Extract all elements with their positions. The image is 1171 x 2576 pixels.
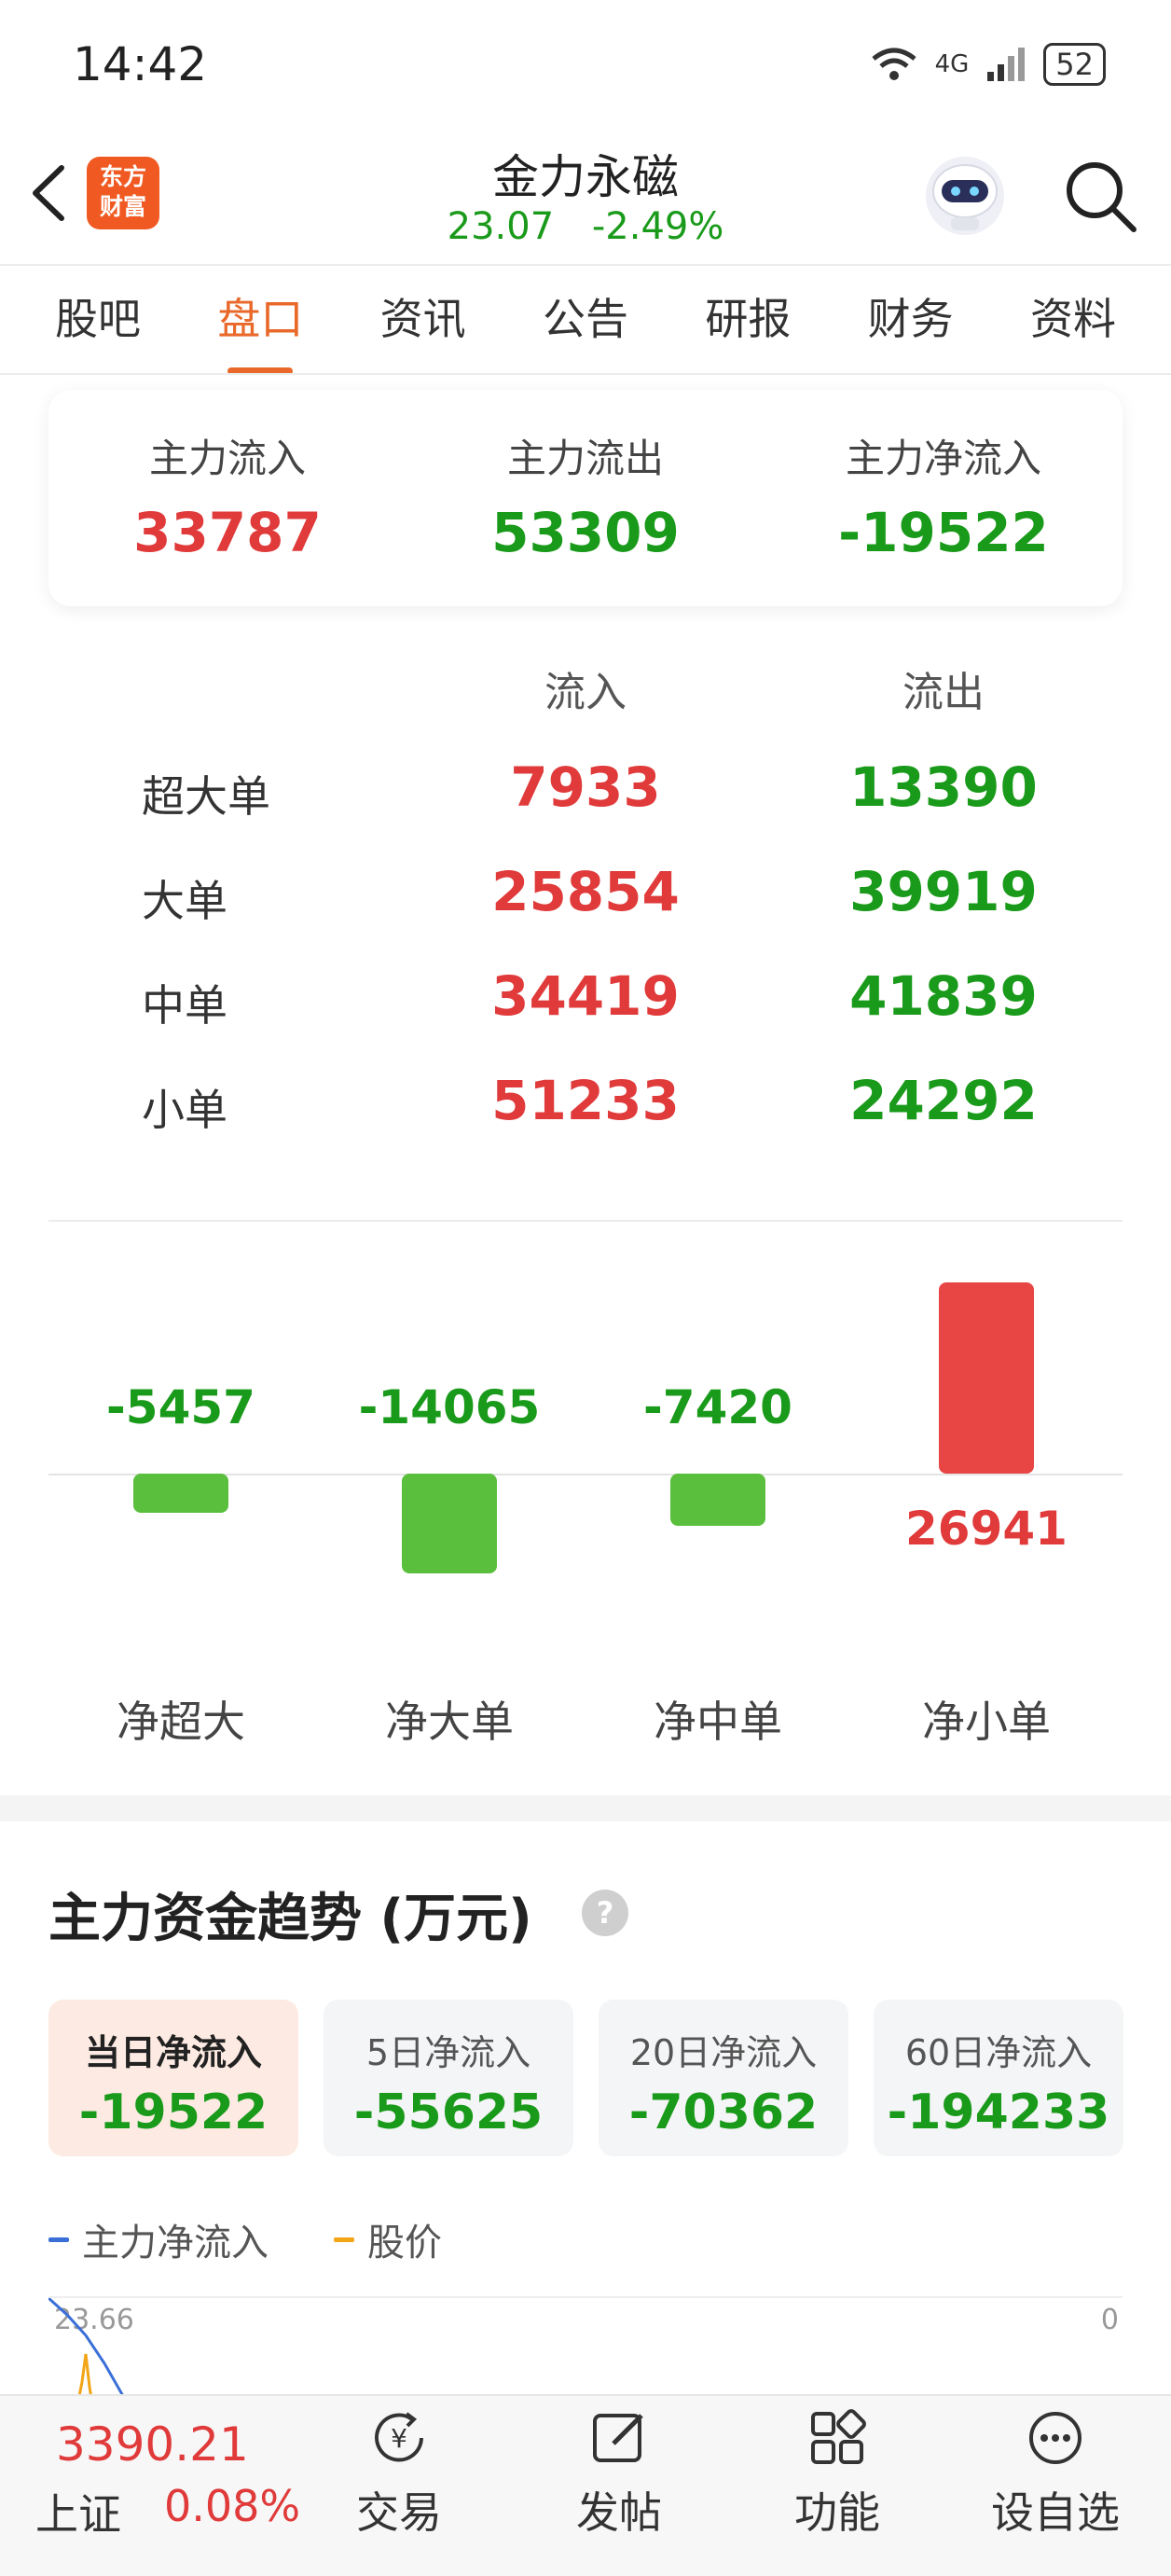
summary-label: 主力流出 xyxy=(506,436,664,481)
stock-price: 23.07 xyxy=(447,205,555,248)
trend-tab-5d[interactable]: 5日净流入 -55625 xyxy=(324,2000,573,2156)
summary-outflow: 主力流出 53309 xyxy=(406,427,765,564)
summary-inflow: 主力流入 33787 xyxy=(48,427,406,564)
trend-tab-today[interactable]: 当日净流入 -19522 xyxy=(48,2000,298,2156)
net-bar-value: -14065 xyxy=(358,1380,541,1434)
net-bar-category: 净超大 xyxy=(117,1697,245,1747)
network-label: 4G xyxy=(934,50,970,78)
net-bar-category: 净小单 xyxy=(922,1697,1051,1747)
trend-tab-value: -194233 xyxy=(887,2084,1110,2140)
net-bar xyxy=(402,1474,497,1574)
tab-finance[interactable]: 财务 xyxy=(832,285,990,375)
legend-label: 股价 xyxy=(367,2222,442,2264)
net-bar-value: -7420 xyxy=(643,1380,792,1434)
nav-label: 发帖 xyxy=(576,2487,662,2538)
svg-text:¥: ¥ xyxy=(391,2423,407,2454)
row-label: 小单 xyxy=(142,1085,227,1135)
yen-icon: ¥ xyxy=(375,2412,423,2462)
more-icon xyxy=(1029,2412,1081,2464)
row-label: 大单 xyxy=(142,876,227,926)
row-outflow: 39919 xyxy=(849,860,1038,923)
nav-functions[interactable]: 功能 xyxy=(744,2404,930,2541)
tab-pankou[interactable]: 盘口 xyxy=(181,285,339,375)
index-name[interactable]: 上证 xyxy=(35,2481,121,2542)
row-outflow: 13390 xyxy=(849,755,1038,819)
legend-label: 主力净流入 xyxy=(82,2222,269,2264)
trend-tab-value: -55625 xyxy=(353,2084,544,2140)
trend-tab-60d[interactable]: 60日净流入 -194233 xyxy=(874,2000,1123,2156)
tab-guba[interactable]: 股吧 xyxy=(19,285,177,375)
summary-value: -19522 xyxy=(838,501,1049,564)
help-icon[interactable]: ? xyxy=(580,1888,630,1938)
index-value[interactable]: 3390.21 xyxy=(56,2417,249,2472)
legend-item-net-inflow: 主力净流入 xyxy=(48,2212,269,2266)
wifi-icon xyxy=(871,48,916,80)
tab-profile[interactable]: 资料 xyxy=(994,285,1152,375)
summary-value: 53309 xyxy=(491,501,680,564)
tab-research[interactable]: 研报 xyxy=(668,285,827,375)
nav-post[interactable]: 发帖 xyxy=(526,2404,712,2541)
trend-tab-value: -19522 xyxy=(78,2084,269,2140)
status-icons: 4G 52 xyxy=(870,43,1106,86)
stock-change-pct: -2.49% xyxy=(591,205,724,248)
net-bar-value: 26941 xyxy=(905,1502,1068,1556)
nav-label: 功能 xyxy=(794,2487,880,2538)
nav-trade[interactable]: ¥ 交易 xyxy=(306,2404,492,2541)
row-outflow: 41839 xyxy=(849,964,1038,1028)
trend-lines xyxy=(48,2298,125,2410)
trend-tab-label: 5日净流入 xyxy=(365,2032,531,2073)
trend-chart: 23.66 0 xyxy=(48,2296,1123,2410)
search-icon[interactable] xyxy=(1061,157,1139,235)
tabs-divider xyxy=(0,373,1171,375)
row-label: 超大单 xyxy=(142,771,270,822)
legend-swatch xyxy=(334,2237,354,2242)
summary-label: 主力流入 xyxy=(148,436,306,481)
row-inflow: 7933 xyxy=(510,755,661,819)
net-bar-value: -5457 xyxy=(106,1380,255,1434)
nav-label: 交易 xyxy=(356,2487,442,2538)
row-inflow: 51233 xyxy=(491,1069,680,1132)
trend-tab-label: 当日净流入 xyxy=(84,2032,262,2073)
summary-net: 主力净流入 -19522 xyxy=(765,427,1123,564)
nav-label: 设自选 xyxy=(991,2487,1120,2538)
col-header-outflow: 流出 xyxy=(902,669,985,716)
net-bar xyxy=(939,1282,1034,1474)
net-bar-category: 净大单 xyxy=(385,1697,514,1747)
nav-add-watchlist[interactable]: 设自选 xyxy=(962,2404,1149,2541)
chart-y-right-top: 0 xyxy=(1100,2304,1119,2336)
trend-tab-20d[interactable]: 20日净流入 -70362 xyxy=(599,2000,848,2156)
tab-news[interactable]: 资讯 xyxy=(344,285,503,375)
main-flow-summary-card: 主力流入 33787 主力流出 53309 主力净流入 -19522 xyxy=(48,390,1123,606)
row-label: 中单 xyxy=(142,980,227,1031)
section-divider xyxy=(48,1220,1123,1222)
battery-icon: 52 xyxy=(1043,43,1106,86)
row-outflow: 24292 xyxy=(849,1069,1038,1132)
row-inflow: 25854 xyxy=(491,860,680,923)
legend-swatch xyxy=(48,2237,69,2242)
legend-item-price: 股价 xyxy=(334,2212,442,2266)
net-bar-category: 净中单 xyxy=(654,1697,782,1747)
summary-label: 主力净流入 xyxy=(845,436,1041,481)
tab-announcements[interactable]: 公告 xyxy=(506,285,665,375)
index-change-pct[interactable]: 0.08% xyxy=(164,2481,300,2531)
tab-bar: 股吧 盘口 资讯 公告 研报 财务 资料 xyxy=(19,285,1152,375)
trend-tab-label: 60日净流入 xyxy=(904,2032,1093,2073)
net-bar xyxy=(670,1474,765,1527)
trend-legend: 主力净流入 股价 xyxy=(48,2212,442,2266)
status-time: 14:42 xyxy=(73,37,208,91)
trend-title: 主力资金趋势 (万元) xyxy=(48,1889,532,1949)
signal-icon xyxy=(987,48,1026,81)
summary-value: 33787 xyxy=(133,501,322,564)
net-bar xyxy=(133,1474,228,1513)
trend-tab-label: 20日净流入 xyxy=(629,2032,818,2073)
row-inflow: 34419 xyxy=(491,964,680,1028)
edit-icon xyxy=(593,2414,643,2462)
robot-assistant-icon[interactable] xyxy=(923,154,1007,238)
section-gap xyxy=(0,1795,1171,1821)
header-divider xyxy=(0,264,1171,266)
grid-icon xyxy=(811,2409,866,2464)
svg-text:?: ? xyxy=(597,1895,614,1931)
col-header-inflow: 流入 xyxy=(544,669,627,716)
trend-tab-value: -70362 xyxy=(628,2084,819,2140)
